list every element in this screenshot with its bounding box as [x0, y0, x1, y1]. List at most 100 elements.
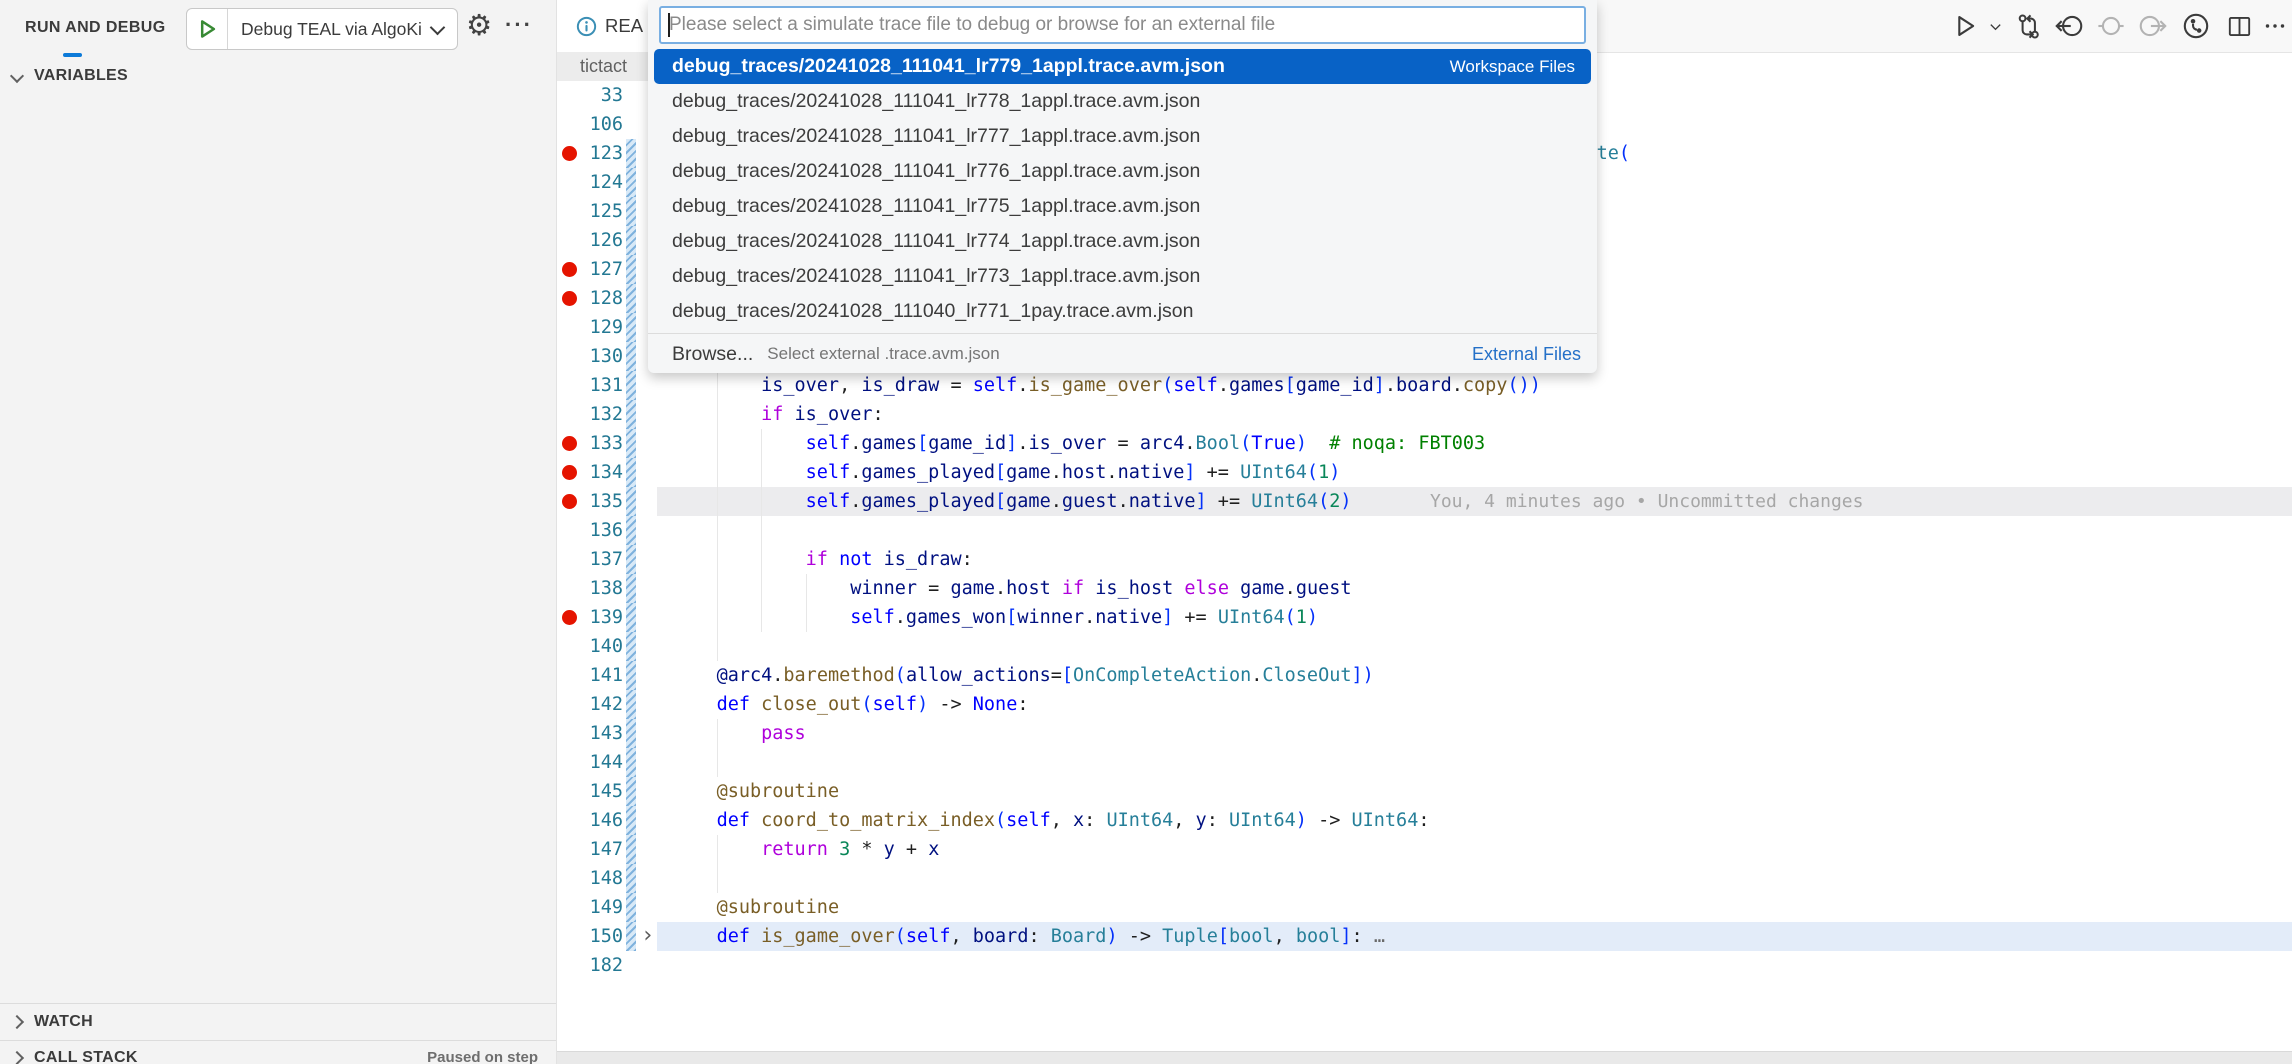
variables-section-label: VARIABLES	[34, 67, 128, 85]
line-number[interactable]: 123	[575, 139, 623, 168]
quick-pick-item[interactable]: debug_traces/20241028_111041_lr775_1appl…	[648, 189, 1597, 224]
line-number[interactable]: 147	[575, 835, 623, 864]
line-number[interactable]: 143	[575, 719, 623, 748]
code-text[interactable]: self.games[game_id].is_over = arc4.Bool(…	[672, 429, 1485, 458]
token: UInt64	[1352, 810, 1419, 831]
quick-pick-item[interactable]: debug_traces/20241028_111041_lr778_1appl…	[648, 84, 1597, 119]
line-number[interactable]: 141	[575, 661, 623, 690]
chevron-right-icon	[10, 1015, 24, 1029]
line-number[interactable]: 146	[575, 806, 623, 835]
token: )	[1106, 926, 1117, 947]
code-text[interactable]: def coord_to_matrix_index(self, x: UInt6…	[672, 806, 1429, 835]
line-number[interactable]: 132	[575, 400, 623, 429]
token: game	[1006, 462, 1051, 483]
token: x	[928, 839, 939, 860]
code-text[interactable]: self.games_won[winner.native] += UInt64(…	[672, 603, 1318, 632]
code-text[interactable]: return 3 * y + x	[672, 835, 939, 864]
line-number[interactable]: 150	[575, 922, 623, 951]
token: )	[1329, 462, 1340, 483]
code-text[interactable]: @subroutine	[672, 893, 839, 922]
line-number[interactable]: 126	[575, 226, 623, 255]
token: *	[861, 839, 872, 860]
token	[783, 404, 794, 425]
line-number[interactable]: 139	[575, 603, 623, 632]
line-number[interactable]: 124	[575, 168, 623, 197]
quick-pick-item[interactable]: debug_traces/20241028_111040_lr771_1pay.…	[648, 294, 1597, 329]
token	[672, 897, 717, 918]
line-number[interactable]: 131	[575, 371, 623, 400]
code-text[interactable]: @arc4.baremethod(allow_actions=[OnComple…	[672, 661, 1374, 690]
code-line-182: 182	[557, 951, 2292, 980]
modified-line-gutter-decoration	[626, 139, 636, 168]
token: @arc4	[717, 665, 773, 686]
token: :	[1028, 926, 1050, 947]
token: host	[1006, 578, 1051, 599]
line-number[interactable]: 130	[575, 342, 623, 371]
line-number[interactable]: 128	[575, 284, 623, 313]
line-number[interactable]: 138	[575, 574, 623, 603]
line-number[interactable]: 182	[575, 951, 623, 980]
token: ]	[1196, 491, 1207, 512]
gear-icon[interactable]: ⚙	[466, 11, 492, 40]
line-number[interactable]: 125	[575, 197, 623, 226]
token: def	[717, 694, 750, 715]
token: .	[995, 578, 1006, 599]
modified-line-gutter-decoration	[626, 806, 636, 835]
line-number[interactable]: 149	[575, 893, 623, 922]
quick-pick-item[interactable]: debug_traces/20241028_111041_lr777_1appl…	[648, 119, 1597, 154]
line-number[interactable]: 137	[575, 545, 623, 574]
debug-config-select[interactable]: Debug TEAL via AlgoKi	[186, 8, 458, 50]
line-number[interactable]: 140	[575, 632, 623, 661]
horizontal-scrollbar[interactable]	[557, 1051, 2292, 1064]
line-number[interactable]: 133	[575, 429, 623, 458]
modified-line-gutter-decoration	[626, 777, 636, 806]
code-text[interactable]: if is_over:	[672, 400, 884, 429]
sidebar-section-call-stack[interactable]: CALL STACK Paused on step	[0, 1040, 556, 1064]
fold-chevron-icon[interactable]: ›	[641, 922, 654, 949]
code-text[interactable]: self.games_played[game.host.native] += U…	[672, 458, 1340, 487]
sidebar-section-watch[interactable]: WATCH	[0, 1003, 556, 1040]
sidebar-section-variables[interactable]: VARIABLES	[0, 58, 556, 94]
token: UInt64	[1106, 810, 1173, 831]
token: Board	[1051, 926, 1107, 947]
line-number[interactable]: 134	[575, 458, 623, 487]
start-debug-icon[interactable]	[187, 9, 228, 49]
quick-pick-input[interactable]	[659, 6, 1586, 44]
quick-pick-browse-item[interactable]: Browse... Select external .trace.avm.jso…	[648, 337, 1597, 371]
token: if	[806, 549, 828, 570]
line-number[interactable]: 148	[575, 864, 623, 893]
code-text[interactable]: @subroutine	[672, 777, 839, 806]
code-text[interactable]: if not is_draw:	[672, 545, 973, 574]
token: .	[850, 433, 861, 454]
quick-pick-item[interactable]: debug_traces/20241028_111041_lr776_1appl…	[648, 154, 1597, 189]
line-number[interactable]: 144	[575, 748, 623, 777]
token: [	[1285, 375, 1296, 396]
token: =	[917, 578, 950, 599]
token	[672, 607, 850, 628]
token: .	[1051, 491, 1062, 512]
token: self	[806, 433, 851, 454]
line-number[interactable]: 33	[575, 81, 623, 110]
modified-line-gutter-decoration	[626, 255, 636, 284]
code-text[interactable]: te(	[1597, 139, 1630, 168]
quick-pick-item[interactable]: debug_traces/20241028_111041_lr779_1appl…	[654, 49, 1591, 84]
quick-pick-item[interactable]: debug_traces/20241028_111041_lr774_1appl…	[648, 224, 1597, 259]
line-number[interactable]: 135	[575, 487, 623, 516]
token: return	[761, 839, 828, 860]
line-number[interactable]: 129	[575, 313, 623, 342]
quick-pick-item[interactable]: debug_traces/20241028_111041_lr773_1appl…	[648, 259, 1597, 294]
line-number[interactable]: 145	[575, 777, 623, 806]
code-text[interactable]: is_over, is_draw = self.is_game_over(sel…	[672, 371, 1541, 400]
token: baremethod	[783, 665, 894, 686]
line-number[interactable]: 127	[575, 255, 623, 284]
line-number[interactable]: 136	[575, 516, 623, 545]
more-actions-icon[interactable]: ···	[505, 12, 533, 38]
line-number[interactable]: 142	[575, 690, 623, 719]
code-text[interactable]: pass	[672, 719, 806, 748]
line-number[interactable]: 106	[575, 110, 623, 139]
code-text[interactable]: def close_out(self) -> None:	[672, 690, 1028, 719]
code-text[interactable]: winner = game.host if is_host else game.…	[672, 574, 1352, 603]
code-text[interactable]: self.games_played[game.guest.native] += …	[672, 487, 1351, 516]
code-line-150: 150 › def is_game_over(self, board: Board…	[557, 922, 2292, 951]
code-text[interactable]: def is_game_over(self, board: Board) -> …	[672, 922, 1385, 951]
